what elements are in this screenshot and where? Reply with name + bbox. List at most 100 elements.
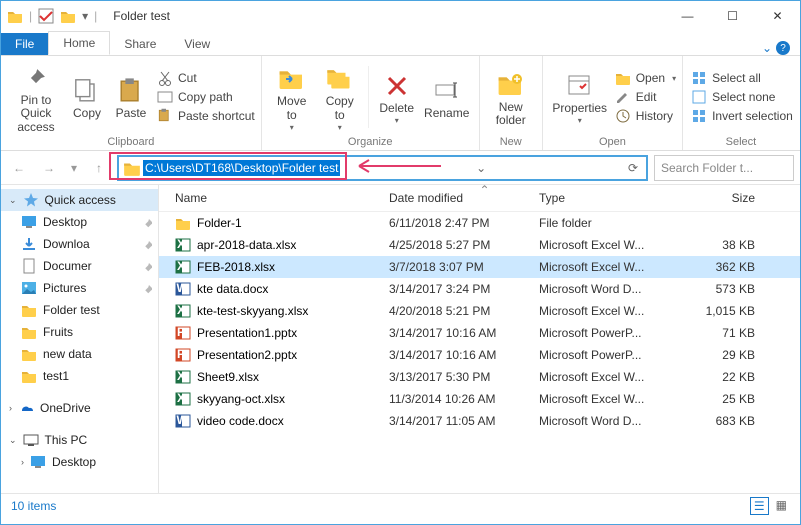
refresh-button[interactable]: ⟳ xyxy=(622,161,644,175)
nav-forward-button[interactable]: → xyxy=(37,156,61,180)
tab-home[interactable]: Home xyxy=(48,31,110,55)
sidebar-item-foldertest[interactable]: Folder test xyxy=(1,299,158,321)
folder-icon xyxy=(123,159,141,177)
onedrive-icon xyxy=(18,400,34,416)
select-all-button[interactable]: Select all xyxy=(691,70,793,86)
copy-to-button[interactable]: Copy to▾ xyxy=(316,60,364,134)
file-row[interactable]: kte data.docx3/14/2017 3:24 PMMicrosoft … xyxy=(159,278,800,300)
file-size: 71 KB xyxy=(689,326,771,340)
file-date: 3/7/2018 3:07 PM xyxy=(389,260,539,274)
address-caret[interactable]: ⌄ xyxy=(470,161,492,175)
minimize-button[interactable]: — xyxy=(665,1,710,31)
view-icons-button[interactable]: ▦ xyxy=(773,497,790,515)
file-row[interactable]: Sheet9.xlsx3/13/2017 5:30 PMMicrosoft Ex… xyxy=(159,366,800,388)
sidebar-item-thispc[interactable]: ⌄This PC xyxy=(1,429,158,451)
pin-icon xyxy=(140,260,152,272)
file-date: 3/14/2017 10:16 AM xyxy=(389,348,539,362)
sidebar-item-test1[interactable]: test1 xyxy=(1,365,158,387)
new-folder-button[interactable]: New folder xyxy=(486,60,536,134)
properties-button[interactable]: Properties▾ xyxy=(549,60,611,134)
checkbox-icon[interactable] xyxy=(38,8,54,24)
file-row[interactable]: apr-2018-data.xlsx4/25/2018 5:27 PMMicro… xyxy=(159,234,800,256)
file-row[interactable]: Presentation2.pptx3/14/2017 10:16 AMMicr… xyxy=(159,344,800,366)
open-icon xyxy=(615,70,631,86)
invert-selection-button[interactable]: Invert selection xyxy=(691,108,793,124)
file-name: kte-test-skyyang.xlsx xyxy=(197,304,308,318)
tab-share[interactable]: Share xyxy=(110,33,170,55)
col-name[interactable]: Name xyxy=(159,191,389,205)
file-type: Microsoft PowerP... xyxy=(539,326,689,340)
view-details-button[interactable]: ☰ xyxy=(750,497,769,515)
paste-button[interactable]: Paste xyxy=(109,60,153,134)
file-date: 4/20/2018 5:21 PM xyxy=(389,304,539,318)
folder-icon-2 xyxy=(60,8,76,24)
sort-indicator-icon: ⌃ xyxy=(480,183,490,197)
history-button[interactable]: History xyxy=(615,108,676,124)
col-size[interactable]: Size xyxy=(689,191,771,205)
copy-button[interactable]: Copy xyxy=(65,60,109,134)
file-date: 3/14/2017 11:05 AM xyxy=(389,414,539,428)
search-input[interactable]: Search Folder t... xyxy=(654,155,794,181)
nav-pane[interactable]: ⌄Quick access Desktop Downloa Documer Pi… xyxy=(1,185,159,493)
file-date: 3/14/2017 10:16 AM xyxy=(389,326,539,340)
thispc-icon xyxy=(23,432,39,448)
sidebar-item-fruits[interactable]: Fruits xyxy=(1,321,158,343)
open-button[interactable]: Open▾ xyxy=(615,70,676,86)
status-bar: 10 items ☰ ▦ xyxy=(1,493,800,517)
move-to-button[interactable]: Move to▾ xyxy=(268,60,316,134)
qat-caret[interactable]: ▾ xyxy=(82,9,88,23)
xlsx-icon xyxy=(175,237,191,253)
address-bar[interactable]: C:\Users\DT168\Desktop\Folder test ⌄ ⟳ xyxy=(117,155,648,181)
nav-recent-caret[interactable]: ▾ xyxy=(67,156,81,180)
status-count: 10 items xyxy=(11,499,56,513)
file-row[interactable]: kte-test-skyyang.xlsx 4/20/2018 5:21 PMMi… xyxy=(159,300,800,322)
group-label-clipboard: Clipboard xyxy=(7,134,255,150)
paste-shortcut-button[interactable]: Paste shortcut xyxy=(157,108,255,124)
main-area: ⌄Quick access Desktop Downloa Documer Pi… xyxy=(1,185,800,493)
sidebar-item-desktop2[interactable]: ›Desktop xyxy=(1,451,158,473)
maximize-button[interactable]: ☐ xyxy=(710,1,755,31)
group-label-open: Open xyxy=(549,134,676,150)
file-row[interactable]: skyyang-oct.xlsx11/3/2014 10:26 AMMicros… xyxy=(159,388,800,410)
file-type: Microsoft Excel W... xyxy=(539,260,689,274)
file-type: Microsoft Excel W... xyxy=(539,370,689,384)
pin-to-quick-access-button[interactable]: Pin to Quick access xyxy=(7,60,65,134)
tab-file[interactable]: File xyxy=(1,33,48,55)
sidebar-item-downloads[interactable]: Downloa xyxy=(1,233,158,255)
sidebar-item-quickaccess[interactable]: ⌄Quick access xyxy=(1,189,158,211)
nav-back-button[interactable]: ← xyxy=(7,156,31,180)
title-bar: | ▾ | Folder test — ☐ ✕ xyxy=(1,1,800,31)
cut-button[interactable]: Cut xyxy=(157,70,255,86)
file-row[interactable]: video code.docx3/14/2017 11:05 AMMicroso… xyxy=(159,410,800,432)
delete-button[interactable]: Delete▾ xyxy=(373,60,421,134)
close-button[interactable]: ✕ xyxy=(755,1,800,31)
address-path[interactable]: C:\Users\DT168\Desktop\Folder test xyxy=(143,160,340,176)
pin-icon xyxy=(140,238,152,250)
nav-up-button[interactable]: ↑ xyxy=(87,156,111,180)
sidebar-item-newdata[interactable]: new data xyxy=(1,343,158,365)
downloads-icon xyxy=(21,236,37,252)
xlsx-icon xyxy=(175,369,191,385)
rename-button[interactable]: Rename xyxy=(421,60,473,134)
folder-icon xyxy=(21,346,37,362)
file-row[interactable]: Presentation1.pptx3/14/2017 10:16 AMMicr… xyxy=(159,322,800,344)
file-name: apr-2018-data.xlsx xyxy=(197,238,296,252)
tab-view[interactable]: View xyxy=(170,33,224,55)
file-row[interactable]: Folder-16/11/2018 2:47 PMFile folder xyxy=(159,212,800,234)
search-placeholder: Search Folder t... xyxy=(661,161,753,175)
file-type: Microsoft PowerP... xyxy=(539,348,689,362)
file-row[interactable]: FEB-2018.xlsx3/7/2018 3:07 PMMicrosoft E… xyxy=(159,256,800,278)
copyto-icon xyxy=(326,65,354,93)
copy-path-button[interactable]: Copy path xyxy=(157,89,255,105)
col-date[interactable]: Date modified xyxy=(389,191,539,205)
edit-button[interactable]: Edit xyxy=(615,89,676,105)
col-type[interactable]: Type xyxy=(539,191,689,205)
sidebar-item-documents[interactable]: Documer xyxy=(1,255,158,277)
sidebar-item-onedrive[interactable]: ›OneDrive xyxy=(1,397,158,419)
sidebar-item-desktop[interactable]: Desktop xyxy=(1,211,158,233)
ribbon-collapse-icon[interactable]: ⌄ xyxy=(762,41,772,55)
help-icon[interactable]: ? xyxy=(776,41,790,55)
file-type: Microsoft Excel W... xyxy=(539,304,689,318)
select-none-button[interactable]: Select none xyxy=(691,89,793,105)
sidebar-item-pictures[interactable]: Pictures xyxy=(1,277,158,299)
